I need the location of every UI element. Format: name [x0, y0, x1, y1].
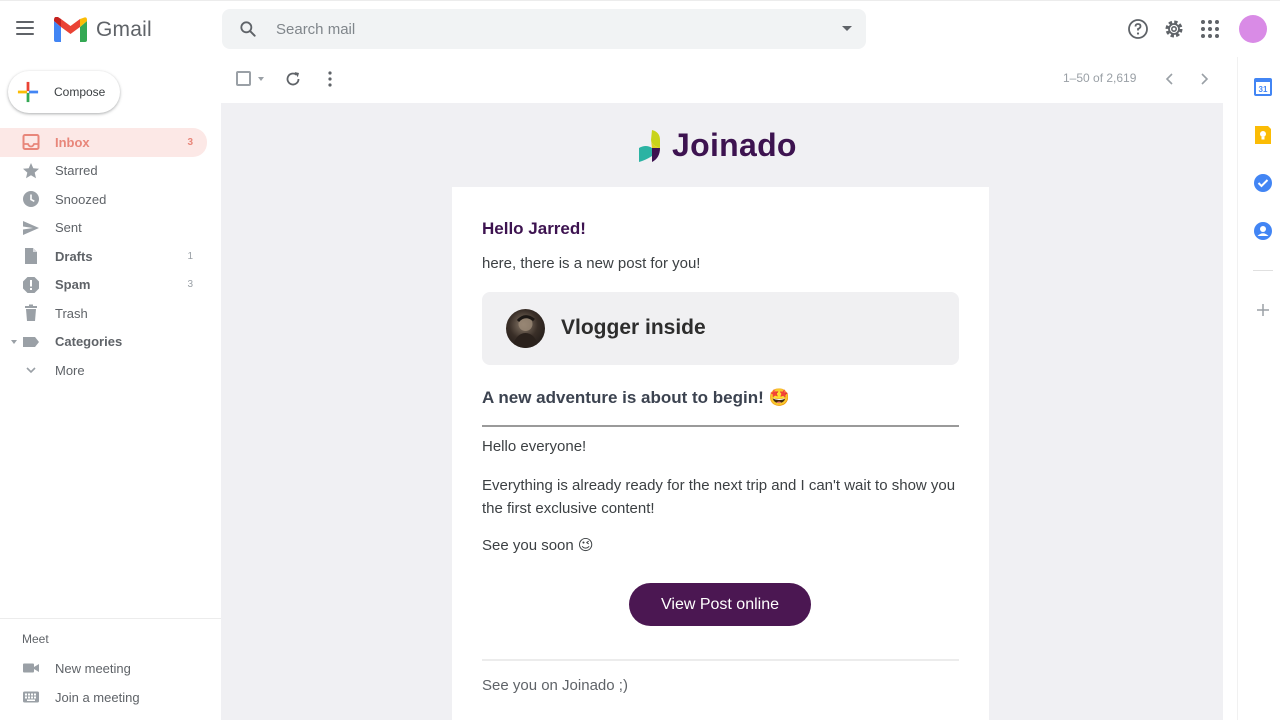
clock-icon [22, 190, 40, 208]
app-name: Gmail [96, 17, 152, 41]
more-options-icon[interactable] [328, 71, 332, 87]
message-toolbar: 1–50 of 2,619 [221, 57, 1223, 103]
sidebar-item-categories[interactable]: Categories [0, 328, 207, 357]
sidebar-item-label: Drafts [55, 248, 93, 264]
sign-off-text: See you soon [482, 537, 574, 554]
author-name: Vlogger inside [561, 316, 706, 339]
divider [0, 618, 221, 619]
chevron-down-icon [22, 361, 40, 379]
search-bar[interactable] [222, 9, 866, 49]
sidebar-item-label: Trash [55, 305, 88, 321]
top-bar: Gmail [0, 0, 1280, 57]
star-struck-emoji: 🤩 [768, 388, 790, 408]
sidebar-item-label: Categories [55, 334, 123, 350]
sidebar-item-snoozed[interactable]: Snoozed [0, 185, 207, 214]
apps-icon[interactable] [1198, 17, 1222, 41]
sidebar-item-label: Spam [55, 277, 91, 293]
add-icon[interactable] [1255, 302, 1271, 318]
calendar-icon[interactable]: 31 [1253, 77, 1273, 97]
side-panel: 31 [1237, 57, 1280, 720]
gmail-m-icon [54, 17, 87, 42]
tasks-icon[interactable] [1253, 173, 1273, 193]
label-icon [22, 333, 40, 351]
search-icon[interactable] [238, 19, 258, 39]
sidebar-item-sent[interactable]: Sent [0, 214, 207, 243]
inbox-icon [22, 133, 40, 151]
meet-item-label: New meeting [55, 660, 131, 676]
email-content: Joinado Hello Jarred! here, there is a n… [221, 103, 1223, 720]
search-input[interactable] [276, 20, 816, 38]
meet-section-title: Meet [22, 632, 49, 646]
star-icon [22, 162, 40, 180]
pagination-text: 1–50 of 2,619 [1063, 71, 1137, 85]
sidebar-item-label: Sent [55, 220, 82, 236]
gmail-logo[interactable]: Gmail [54, 17, 152, 42]
wink-emoji: 😉 [577, 536, 594, 554]
compose-plus-icon [17, 81, 39, 103]
body-paragraph: Hello everyone! [482, 438, 587, 455]
unread-count: 3 [187, 136, 193, 148]
greeting-heading: Hello Jarred! [482, 219, 586, 238]
trash-icon [22, 304, 40, 322]
help-icon[interactable] [1126, 17, 1150, 41]
author-avatar [506, 309, 545, 348]
select-options-icon[interactable] [258, 77, 264, 81]
sidebar-item-drafts[interactable]: Drafts 1 [0, 242, 207, 271]
compose-button[interactable]: Compose [8, 71, 120, 113]
sidebar-item-trash[interactable]: Trash [0, 299, 207, 328]
select-all-checkbox[interactable] [236, 71, 251, 86]
calendar-day: 31 [1259, 85, 1268, 94]
compose-label: Compose [54, 85, 106, 99]
post-title-text: A new adventure is about to begin! [482, 388, 764, 407]
main-menu-icon[interactable] [16, 21, 34, 35]
meet-item-label: Join a meeting [55, 689, 140, 705]
send-icon [22, 219, 40, 237]
author-card[interactable]: Vlogger inside [482, 292, 959, 365]
sidebar-item-starred[interactable]: Starred [0, 157, 207, 186]
spam-count: 3 [187, 279, 193, 291]
sidebar: Compose Inbox 3 Starred Snoozed Sent Dra… [0, 57, 221, 720]
sidebar-item-spam[interactable]: Spam 3 [0, 271, 207, 300]
keep-icon[interactable] [1253, 125, 1273, 145]
expand-caret-icon[interactable] [11, 339, 17, 344]
draft-icon [22, 247, 40, 265]
post-title: A new adventure is about to begin! 🤩 [482, 388, 790, 408]
sidebar-item-label: More [55, 362, 85, 378]
chevron-right-icon[interactable] [1197, 71, 1211, 87]
body-paragraph: Everything is already ready for the next… [482, 477, 956, 517]
sidebar-item-inbox[interactable]: Inbox 3 [0, 128, 207, 157]
account-avatar[interactable] [1239, 15, 1267, 43]
join-meeting-link[interactable]: Join a meeting [0, 683, 221, 711]
sidebar-item-more[interactable]: More [0, 356, 207, 385]
body-paragraph: See you soon 😉 [482, 536, 594, 554]
keyboard-icon [22, 688, 40, 706]
contacts-icon[interactable] [1253, 221, 1273, 241]
settings-icon[interactable] [1162, 17, 1186, 41]
divider [1253, 270, 1273, 271]
joinado-mark-icon [639, 129, 660, 162]
divider [482, 425, 959, 427]
spam-icon [22, 276, 40, 294]
search-options-icon[interactable] [842, 26, 852, 31]
chevron-left-icon[interactable] [1163, 71, 1177, 87]
sidebar-item-label: Starred [55, 163, 98, 179]
divider [482, 659, 959, 661]
intro-text: here, there is a new post for you! [482, 255, 701, 272]
email-card: Hello Jarred! here, there is a new post … [452, 187, 989, 720]
joinado-logo[interactable]: Joinado [638, 127, 797, 164]
view-post-button[interactable]: View Post online [629, 583, 811, 626]
sidebar-item-label: Snoozed [55, 191, 107, 207]
brand-name: Joinado [672, 127, 797, 163]
refresh-icon[interactable] [284, 70, 302, 88]
new-meeting-link[interactable]: New meeting [0, 654, 221, 682]
sidebar-nav: Inbox 3 Starred Snoozed Sent Drafts 1 Sp… [0, 128, 207, 385]
video-icon [22, 659, 40, 677]
sidebar-item-label: Inbox [55, 134, 90, 150]
footer-text: See you on Joinado ;) [482, 677, 628, 694]
drafts-count: 1 [187, 250, 193, 262]
